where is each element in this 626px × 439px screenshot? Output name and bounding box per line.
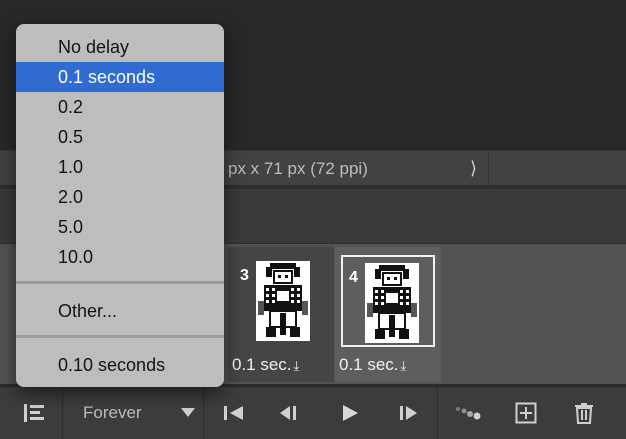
- first-frame-button[interactable]: [216, 387, 252, 439]
- play-icon: [343, 405, 358, 421]
- convert-timeline-icon: [24, 404, 44, 422]
- frame-delay-dropdown[interactable]: 0.1 sec. ⤓: [339, 355, 406, 375]
- new-frame-icon: [515, 402, 537, 424]
- chevron-right-icon[interactable]: ⟩: [470, 158, 477, 179]
- menu-item-5-0[interactable]: 5.0: [16, 212, 224, 242]
- character-thumbnail-icon: [256, 261, 310, 341]
- convert-timeline-button[interactable]: [14, 387, 54, 439]
- previous-frame-button[interactable]: [272, 387, 308, 439]
- loop-value: Forever: [83, 403, 142, 422]
- timeline-toolbar: Forever: [0, 386, 626, 439]
- tween-button[interactable]: [450, 387, 486, 439]
- menu-item-0-5[interactable]: 0.5: [16, 122, 224, 152]
- menu-item-other[interactable]: Other...: [16, 296, 224, 326]
- menu-item-2-0[interactable]: 2.0: [16, 182, 224, 212]
- play-button[interactable]: [332, 387, 368, 439]
- document-size-info: px x 71 px (72 ppi): [228, 159, 368, 178]
- dropdown-triangle-icon: [181, 408, 195, 417]
- frame-number: 4: [349, 269, 358, 286]
- menu-item-1-0[interactable]: 1.0: [16, 152, 224, 182]
- first-frame-icon: [224, 406, 243, 420]
- menu-item-no-delay[interactable]: No delay: [16, 32, 224, 62]
- menu-item-0-2[interactable]: 0.2: [16, 92, 224, 122]
- divider: [488, 151, 489, 185]
- frame-delay-label: 0.1 sec.: [232, 355, 292, 374]
- frame-3[interactable]: 3 0.1 sec. ⤓: [228, 247, 334, 382]
- delete-frame-icon: [575, 403, 593, 424]
- frame-thumbnail[interactable]: 3: [234, 255, 328, 347]
- next-frame-icon: [400, 406, 417, 420]
- frame-thumbnail[interactable]: 4: [341, 255, 435, 347]
- frame-delay-label: 0.1 sec.: [339, 355, 399, 374]
- menu-item-current-delay: 0.10 seconds: [58, 355, 166, 375]
- divider: [203, 387, 204, 439]
- character-thumbnail-icon: [365, 263, 419, 343]
- divider: [437, 387, 438, 439]
- frame-number: 3: [240, 267, 249, 284]
- frame-delay-menu: No delay 0.1 seconds 0.2 0.5 1.0 2.0 5.0…: [16, 24, 224, 387]
- chevron-down-icon: ⤓: [400, 358, 407, 373]
- delete-frame-button[interactable]: [566, 387, 602, 439]
- menu-divider: [16, 281, 224, 284]
- loop-options-dropdown[interactable]: Forever: [63, 387, 203, 439]
- menu-divider: [16, 335, 224, 338]
- chevron-down-icon: ⤓: [293, 358, 300, 373]
- new-frame-button[interactable]: [508, 387, 544, 439]
- frame-4[interactable]: 4 0.1 sec. ⤓: [335, 247, 441, 382]
- next-frame-button[interactable]: [390, 387, 426, 439]
- menu-item-10-0[interactable]: 10.0: [16, 242, 224, 272]
- frame-delay-dropdown[interactable]: 0.1 sec. ⤓: [232, 355, 299, 375]
- menu-item-0-1-seconds[interactable]: 0.1 seconds: [16, 62, 224, 92]
- tween-icon: [456, 407, 481, 420]
- previous-frame-icon: [280, 406, 296, 420]
